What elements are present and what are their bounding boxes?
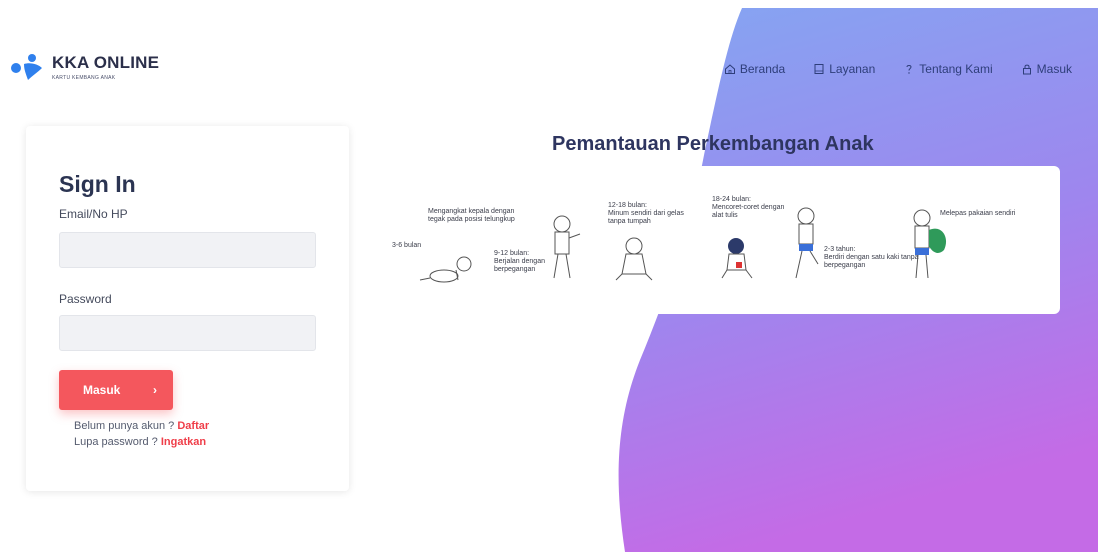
forgot-prompt: Lupa password ? [74,436,158,448]
brand[interactable]: KKA ONLINE KARTU KEMBANG ANAK [10,52,159,82]
password-field[interactable] [59,315,316,351]
password-label: Password [59,292,112,306]
nav-item-tentang-kami[interactable]: Tentang Kami [903,62,993,76]
stage-label: 9-12 bulan: Berjalan dengan berpegangan [494,250,545,273]
stage-label: Melepas pakaian sendiri [940,210,1016,217]
nav-label-beranda: Beranda [739,62,786,76]
nav-label-layanan: Layanan [829,62,876,76]
stage-label: 3-6 bulan [392,242,422,249]
signin-card: Sign In Email/No HP Password Masuk › Bel… [26,126,349,491]
forgot-row: Lupa password ? Ingatkan [74,436,206,448]
brand-name: KKA ONLINE [52,52,160,72]
chevron-right-icon: › [153,383,157,397]
login-button[interactable]: Masuk › [59,370,173,410]
stage-label: 18-24 bulan: Mencoret-coret dengan alat … [712,196,785,219]
email-label: Email/No HP [59,207,128,221]
nav-item-beranda[interactable]: Beranda [724,62,785,76]
baby-standing-holding-figure [553,215,581,279]
lock-icon [1022,64,1031,75]
nav-label-masuk: Masuk [1036,62,1072,76]
home-icon [724,64,735,74]
stage-label: 2-3 tahun: Berdiri dengan satu kaki tanp… [824,246,919,269]
stage-label: 12-18 bulan: Minum sendiri dari gelas ta… [608,202,684,225]
top-nav: Beranda Layanan Tentang Kami Masuk [724,62,1072,76]
child-sitting-cup-figure [615,237,653,281]
nav-item-layanan[interactable]: Layanan [813,62,875,76]
development-panel: 3-6 bulan Mengangkat kepala dengan tegak… [384,166,1060,314]
question-icon [906,65,912,74]
brand-tagline: KARTU KEMBANG ANAK [52,74,116,81]
child-development-illustration [419,207,947,283]
book-icon [814,64,824,74]
baby-lying-figure [419,256,472,283]
nav-item-masuk[interactable]: Masuk [1021,62,1072,76]
child-one-leg-figure [795,207,819,279]
forgot-link[interactable]: Ingatkan [161,436,206,448]
email-field[interactable] [59,232,316,268]
register-row: Belum punya akun ? Daftar [74,420,209,432]
register-prompt: Belum punya akun ? [74,420,175,432]
panel-title: Pemantauan Perkembangan Anak [552,133,874,155]
nav-label-tentang-kami: Tentang Kami [919,62,993,76]
stage-label: Mengangkat kepala dengan tegak pada posi… [428,208,515,223]
login-button-label: Masuk [83,383,121,397]
signin-title: Sign In [59,171,136,197]
register-link[interactable]: Daftar [177,420,209,432]
child-drawing-figure [721,238,753,279]
kka-logo-icon [11,54,42,80]
